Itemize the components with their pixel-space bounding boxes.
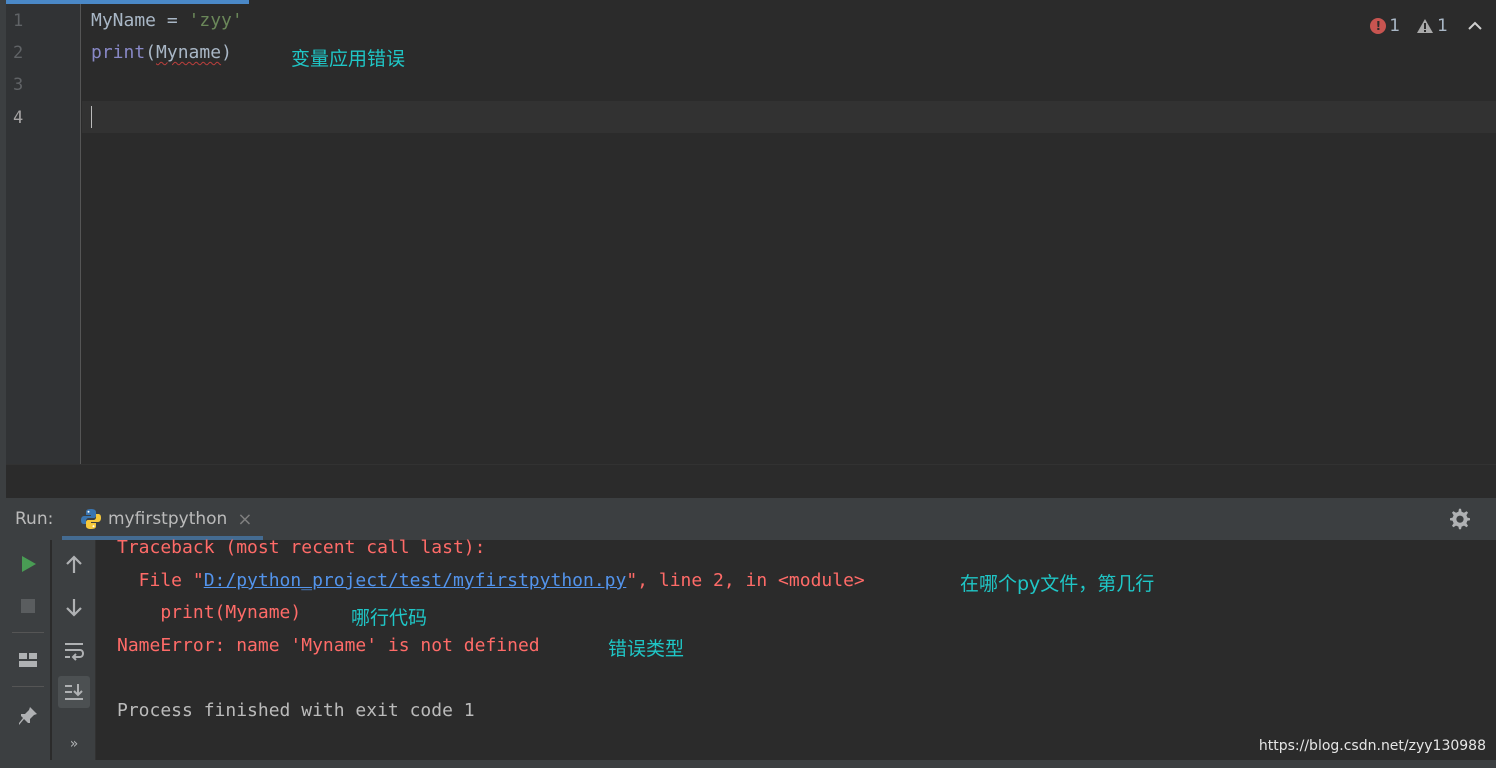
code-operator: =	[156, 10, 189, 31]
python-icon	[81, 509, 101, 529]
error-count-value: 1	[1389, 16, 1401, 36]
watermark: https://blog.csdn.net/zyy130988	[1258, 738, 1486, 754]
layout-icon	[19, 653, 37, 667]
console-file-prefix: File "	[117, 570, 204, 591]
warning-count[interactable]: 1	[1416, 16, 1448, 36]
code-builtin: print	[91, 42, 146, 63]
console-traceback: Traceback (most recent call last):	[117, 537, 486, 558]
error-icon: !	[1370, 18, 1387, 34]
console-file-line: File "D:/python_project/test/myfirstpyth…	[117, 565, 865, 597]
scroll-to-end-button[interactable]	[58, 676, 90, 708]
stop-icon	[21, 599, 35, 613]
line-number: 3	[13, 75, 24, 95]
annotation-error-type: 错误类型	[608, 638, 685, 660]
arrow-down-icon	[66, 599, 82, 617]
status-bar	[0, 760, 1496, 768]
settings-icon[interactable]	[1448, 507, 1472, 531]
code-unresolved-reference: Myname	[156, 42, 222, 63]
run-toolbar-primary	[6, 540, 50, 768]
file-path-link[interactable]: D:/python_project/test/myfirstpython.py	[204, 570, 627, 591]
warning-count-value: 1	[1437, 16, 1448, 36]
editor-tab-indicator	[6, 0, 249, 4]
run-label: Run:	[15, 509, 54, 529]
line-number: 1	[13, 11, 24, 31]
code-string: 'zyy'	[188, 10, 243, 31]
scroll-to-end-icon	[65, 684, 83, 700]
arrow-up-icon	[66, 555, 82, 573]
chevron-up-icon[interactable]	[1468, 21, 1482, 31]
current-line-highlight	[82, 101, 1496, 133]
annotation-variable-error: 变量应用错误	[291, 48, 406, 70]
annotation-code-line: 哪行代码	[351, 607, 428, 629]
close-icon[interactable]: ×	[237, 509, 252, 530]
console-exit-line: Process finished with exit code 1	[117, 700, 475, 721]
rerun-button[interactable]	[12, 548, 44, 580]
line-number-gutter[interactable]: 1 2 3 4	[6, 0, 81, 464]
code-line-1[interactable]: MyName = 'zyy'	[91, 5, 243, 37]
layout-button[interactable]	[12, 644, 44, 676]
run-icon	[22, 556, 36, 572]
soft-wrap-icon	[65, 643, 84, 661]
previous-occurrence-button[interactable]	[58, 549, 90, 581]
more-actions-button[interactable]: »	[58, 728, 90, 760]
run-console[interactable]: Traceback (most recent call last): File …	[97, 537, 1496, 760]
pin-icon	[19, 707, 37, 725]
warning-icon	[1417, 19, 1434, 33]
code-line-2[interactable]: print(Myname)	[91, 37, 232, 69]
toolbar-separator	[12, 686, 44, 687]
run-tab-label: myfirstpython	[108, 509, 228, 529]
panel-splitter[interactable]	[6, 464, 1496, 498]
stop-button[interactable]	[12, 590, 44, 622]
code-paren: )	[221, 42, 232, 63]
more-icon: »	[69, 736, 79, 752]
line-number: 4	[13, 108, 24, 128]
code-variable: MyName	[91, 10, 157, 31]
console-code-line: print(Myname)	[117, 602, 302, 623]
run-toolbar-secondary: »	[52, 540, 96, 768]
line-number: 2	[13, 43, 24, 63]
inspection-widget[interactable]: ! 1 1	[1370, 12, 1482, 40]
next-occurrence-button[interactable]	[58, 591, 90, 623]
console-file-suffix: ", line 2, in <module>	[626, 570, 865, 591]
annotation-file-location: 在哪个py文件，第几行	[960, 573, 1155, 595]
console-error-line: NameError: name 'Myname' is not defined	[117, 635, 540, 656]
code-paren: (	[145, 42, 157, 63]
toolbar-separator	[12, 632, 44, 633]
text-caret	[91, 106, 92, 128]
error-count[interactable]: ! 1	[1370, 16, 1400, 36]
soft-wrap-button[interactable]	[58, 635, 90, 667]
code-editor[interactable]: 1 2 3 4 MyName = 'zyy' print(Myname) 变量应…	[0, 0, 1496, 464]
pin-button[interactable]	[12, 700, 44, 732]
